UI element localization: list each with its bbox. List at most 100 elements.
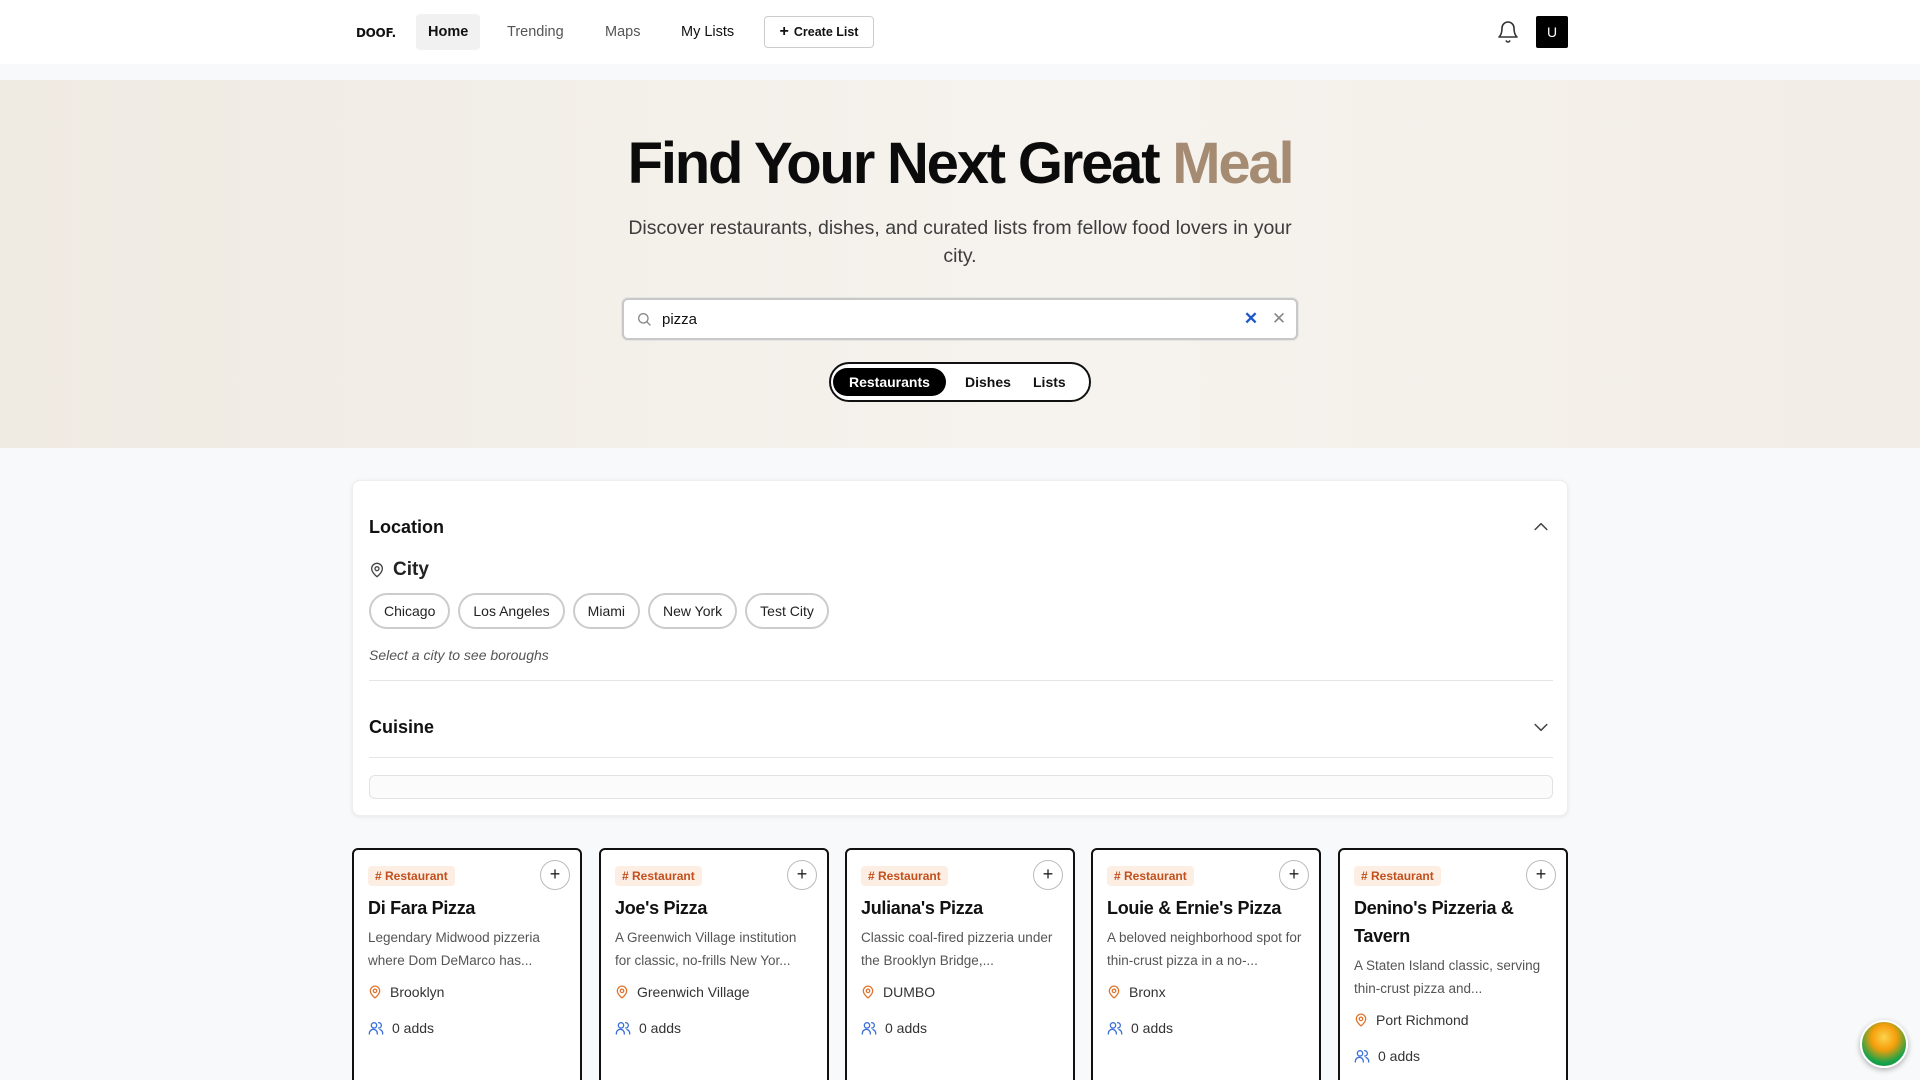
add-to-list-button[interactable]: + [1526, 860, 1556, 890]
city-chip-miami[interactable]: Miami [572, 593, 641, 629]
adds-count: 0 adds [392, 1020, 435, 1036]
nav-maps[interactable]: Maps [593, 14, 652, 50]
users-icon [861, 1021, 877, 1035]
add-to-list-button[interactable]: + [1279, 860, 1309, 890]
chevron-up-icon[interactable] [1531, 517, 1551, 537]
map-pin-icon [371, 562, 383, 578]
bell-icon[interactable] [1496, 20, 1520, 44]
hash-icon: # [1114, 869, 1125, 883]
restaurant-description: Legendary Midwood pizzeria where Dom DeM… [368, 930, 540, 968]
tab-restaurants[interactable]: Restaurants [833, 368, 946, 396]
adds-count: 0 adds [1131, 1020, 1174, 1036]
type-tag: # Restaurant [615, 866, 702, 886]
type-tag-label: Restaurant [1371, 869, 1434, 883]
nav-my-lists[interactable]: My Lists [669, 14, 746, 50]
search-bar: ✕ ✕ [622, 298, 1298, 340]
create-list-button[interactable]: + Create List [764, 16, 874, 48]
city-chip-chicago[interactable]: Chicago [369, 593, 451, 629]
cuisine-section-title[interactable]: Cuisine [369, 717, 434, 738]
restaurant-location: Greenwich Village [615, 984, 750, 1000]
filters-panel: Location City Chicago Los Angeles Miami … [352, 480, 1568, 816]
map-pin-icon [1355, 1013, 1367, 1027]
city-chip-new-york[interactable]: New York [648, 593, 738, 629]
close-icon[interactable]: ✕ [1270, 310, 1288, 328]
create-list-label: Create List [793, 25, 859, 39]
tab-dishes[interactable]: Dishes [949, 368, 1027, 396]
city-chip-los-angeles[interactable]: Los Angeles [458, 593, 565, 629]
add-to-list-button[interactable]: + [540, 860, 570, 890]
map-pin-icon [369, 985, 381, 999]
restaurant-name[interactable]: Denino's Pizzeria & Tavern [1354, 894, 1554, 950]
cuisine-options-placeholder [369, 775, 1553, 799]
hero-title: Find Your Next Great Meal [0, 130, 1920, 197]
floating-assistant-button[interactable] [1860, 1020, 1908, 1068]
clear-search-icon[interactable]: ✕ [1242, 310, 1260, 328]
restaurant-adds: 0 adds [615, 1020, 681, 1036]
restaurant-card[interactable]: # Restaurant + Juliana's Pizza Classic c… [845, 848, 1075, 1080]
restaurant-name[interactable]: Juliana's Pizza [861, 894, 1061, 922]
hero-section: Find Your Next Great Meal Discover resta… [0, 80, 1920, 448]
restaurant-location: DUMBO [861, 984, 935, 1000]
restaurant-location: Bronx [1107, 984, 1166, 1000]
restaurant-adds: 0 adds [1354, 1048, 1420, 1064]
users-icon [1107, 1021, 1123, 1035]
location-label: Port Richmond [1376, 1012, 1469, 1028]
hero-title-main: Find Your Next Great [627, 131, 1173, 196]
search-type-toggle: Restaurants Dishes Lists [829, 362, 1091, 402]
top-nav: DOOF. Home Trending Maps My Lists + Crea… [0, 0, 1920, 64]
type-tag: # Restaurant [1107, 866, 1194, 886]
nav-trending[interactable]: Trending [495, 14, 576, 50]
type-tag: # Restaurant [861, 866, 948, 886]
restaurant-name[interactable]: Di Fara Pizza [368, 894, 568, 922]
adds-count: 0 adds [639, 1020, 682, 1036]
map-pin-icon [862, 985, 874, 999]
type-tag-label: Restaurant [385, 869, 448, 883]
restaurant-card[interactable]: # Restaurant + Di Fara Pizza Legendary M… [352, 848, 582, 1080]
map-pin-icon [1108, 985, 1120, 999]
map-pin-icon [616, 985, 628, 999]
hash-icon: # [1361, 869, 1372, 883]
restaurant-location: Brooklyn [368, 984, 444, 1000]
add-to-list-button[interactable]: + [1033, 860, 1063, 890]
search-input[interactable] [662, 308, 1222, 330]
restaurant-card[interactable]: # Restaurant + Louie & Ernie's Pizza A b… [1091, 848, 1321, 1080]
type-tag-label: Restaurant [878, 869, 941, 883]
restaurant-adds: 0 adds [861, 1020, 927, 1036]
users-icon [1354, 1050, 1370, 1063]
type-tag: # Restaurant [368, 866, 455, 886]
users-icon [368, 1021, 384, 1035]
plus-icon: + [779, 23, 789, 40]
location-label: Brooklyn [390, 984, 445, 1000]
restaurant-adds: 0 adds [368, 1020, 434, 1036]
section-divider [369, 680, 1553, 681]
restaurant-name[interactable]: Joe's Pizza [615, 894, 815, 922]
restaurant-card[interactable]: # Restaurant + Denino's Pizzeria & Taver… [1338, 848, 1568, 1080]
search-icon [638, 313, 651, 326]
nav-home[interactable]: Home [416, 14, 481, 50]
type-tag: # Restaurant [1354, 866, 1441, 886]
section-divider [369, 757, 1553, 758]
tab-lists[interactable]: Lists [1017, 368, 1082, 396]
borough-hint: Select a city to see boroughs [369, 647, 549, 663]
add-to-list-button[interactable]: + [787, 860, 817, 890]
user-avatar[interactable]: U [1536, 16, 1568, 48]
city-chips: Chicago Los Angeles Miami New York Test … [369, 593, 829, 629]
restaurant-card[interactable]: # Restaurant + Joe's Pizza A Greenwich V… [599, 848, 829, 1080]
app-logo[interactable]: DOOF. [356, 26, 396, 40]
restaurant-description: A Greenwich Village institution for clas… [615, 930, 797, 968]
location-label: DUMBO [883, 984, 936, 1000]
restaurant-description: Classic coal-fired pizzeria under the Br… [861, 930, 1053, 968]
restaurant-location: Port Richmond [1354, 1012, 1469, 1028]
location-label: Bronx [1129, 984, 1166, 1000]
restaurant-name[interactable]: Louie & Ernie's Pizza [1107, 894, 1307, 922]
chevron-down-icon[interactable] [1531, 717, 1551, 737]
hash-icon: # [868, 869, 879, 883]
city-chip-test-city[interactable]: Test City [745, 593, 829, 629]
adds-count: 0 adds [1378, 1048, 1421, 1064]
hash-icon: # [622, 869, 633, 883]
adds-count: 0 adds [885, 1020, 928, 1036]
restaurant-description: A Staten Island classic, serving thin-cr… [1354, 958, 1541, 996]
restaurant-adds: 0 adds [1107, 1020, 1173, 1036]
type-tag-label: Restaurant [632, 869, 695, 883]
location-section-title[interactable]: Location [369, 517, 444, 538]
